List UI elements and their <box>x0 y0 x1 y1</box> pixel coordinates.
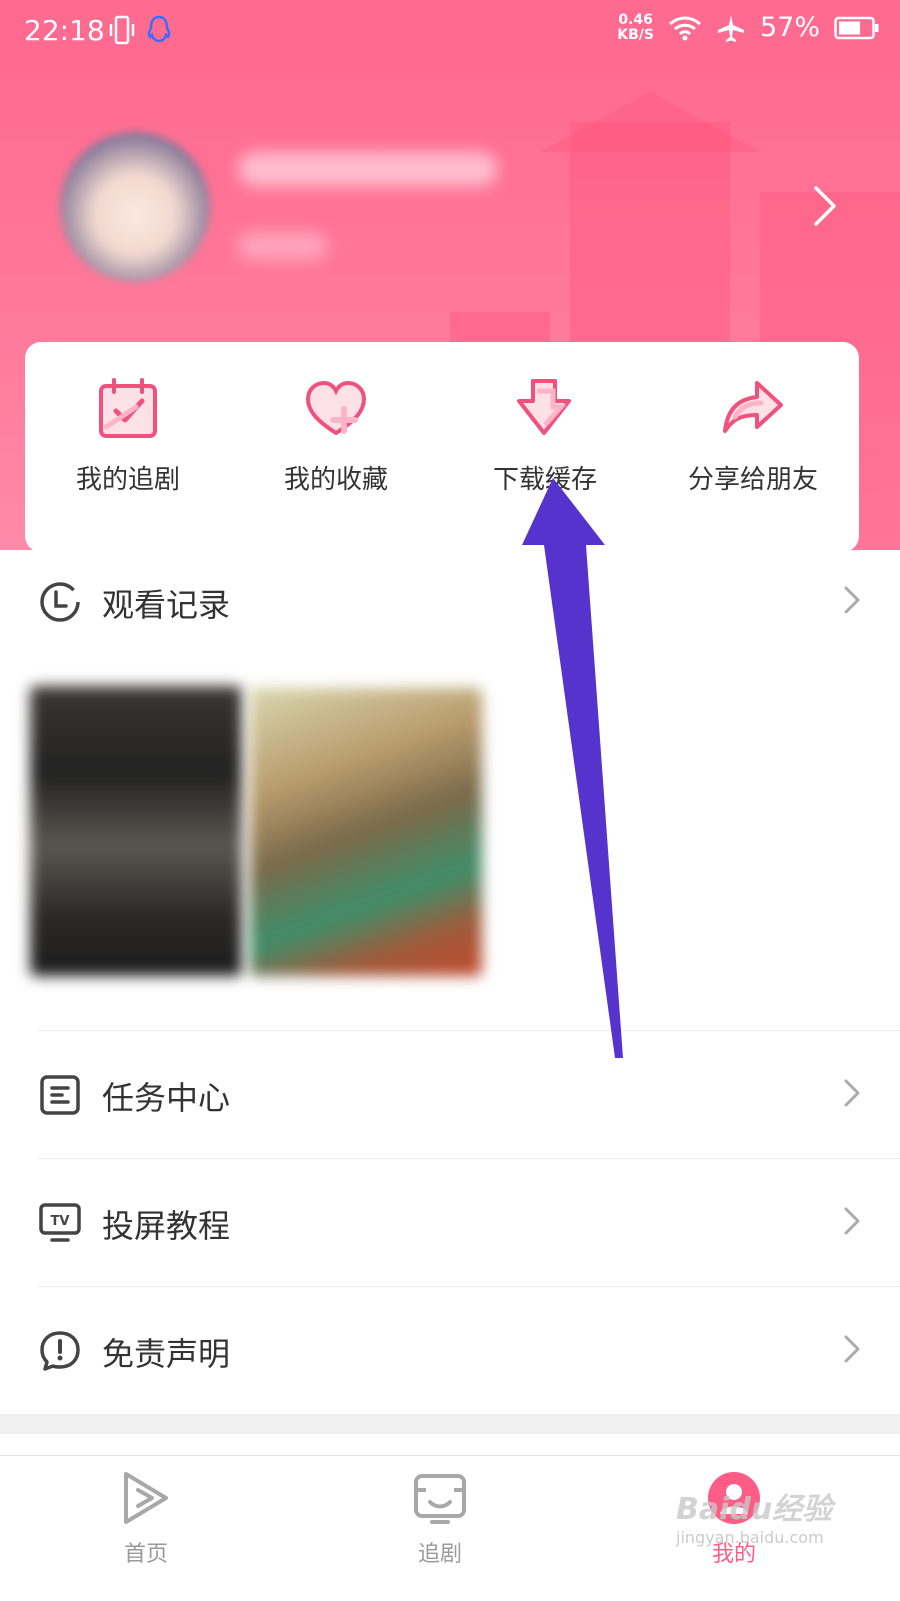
user-subtitle-blurred <box>238 232 328 260</box>
chevron-right-icon <box>844 1335 860 1363</box>
wifi-icon <box>668 16 701 40</box>
tab-home[interactable]: 首页 <box>66 1468 226 1568</box>
battery-percentage: 57% <box>759 12 820 43</box>
tab-label: 首页 <box>123 1542 168 1567</box>
history-thumbnail[interactable] <box>30 686 242 976</box>
quick-action-label: 分享给朋友 <box>687 465 818 495</box>
chevron-right-icon <box>844 1207 860 1235</box>
quick-action-label: 我的追剧 <box>75 465 180 495</box>
clock-icon <box>40 582 80 622</box>
exclamation-icon <box>40 1331 80 1371</box>
quick-actions-card: 我的追剧 我的收藏 下载缓存 分享给朋友 <box>25 342 859 552</box>
calendar-check-icon <box>99 378 157 438</box>
menu-label: 免责声明 <box>102 1335 231 1373</box>
download-arrow-icon <box>517 379 571 435</box>
airplane-mode-icon <box>717 14 744 42</box>
menu-disclaimer[interactable]: 免责声明 <box>0 1287 900 1415</box>
qq-icon <box>147 15 171 43</box>
watermark: Baidu经验 <box>676 1492 833 1527</box>
username-blurred[interactable] <box>238 152 498 186</box>
task-list-icon <box>40 1075 80 1115</box>
menu-task-center[interactable]: 任务中心 <box>0 1031 900 1159</box>
status-time: 22:18 <box>24 14 105 47</box>
svg-text:TV: TV <box>51 1214 70 1229</box>
battery-icon <box>834 16 879 39</box>
status-bar: 22:18 0.46 KB/S 57% <box>0 0 900 62</box>
menu-cast-tutorial[interactable]: TV 投屏教程 <box>0 1159 900 1287</box>
vibrate-icon <box>109 15 135 45</box>
menu-label: 投屏教程 <box>102 1207 231 1245</box>
quick-action-label: 下载缓存 <box>492 465 597 495</box>
quick-action-label: 我的收藏 <box>283 465 388 495</box>
menu-label: 观看记录 <box>102 586 231 624</box>
chevron-right-icon <box>844 1079 860 1107</box>
net-speed: 0.46 KB/S <box>617 11 654 43</box>
quick-action-share[interactable]: 分享给朋友 <box>653 377 853 496</box>
menu-watch-history[interactable]: 观看记录 <box>0 538 900 666</box>
share-arrow-icon <box>723 381 783 433</box>
tv-icon: TV <box>39 1203 81 1242</box>
watch-history-thumbnails <box>0 654 900 1000</box>
chevron-right-icon <box>844 586 860 614</box>
watermark-url: jingyan.baidu.com <box>676 1528 824 1547</box>
play-icon <box>124 1472 168 1524</box>
quick-action-favorites[interactable]: 我的收藏 <box>236 377 436 496</box>
history-thumbnail[interactable] <box>250 688 482 976</box>
tab-following[interactable]: 追剧 <box>360 1468 520 1568</box>
section-gap <box>0 1414 900 1434</box>
tv-screen-icon <box>414 1474 466 1524</box>
quick-action-my-shows[interactable]: 我的追剧 <box>28 377 228 496</box>
avatar[interactable] <box>60 132 210 282</box>
heart-plus-icon <box>305 380 367 436</box>
menu-label: 任务中心 <box>102 1079 231 1117</box>
quick-action-downloads[interactable]: 下载缓存 <box>445 377 645 496</box>
profile-chevron-right-icon[interactable] <box>810 184 840 228</box>
tab-label: 追剧 <box>417 1542 462 1567</box>
